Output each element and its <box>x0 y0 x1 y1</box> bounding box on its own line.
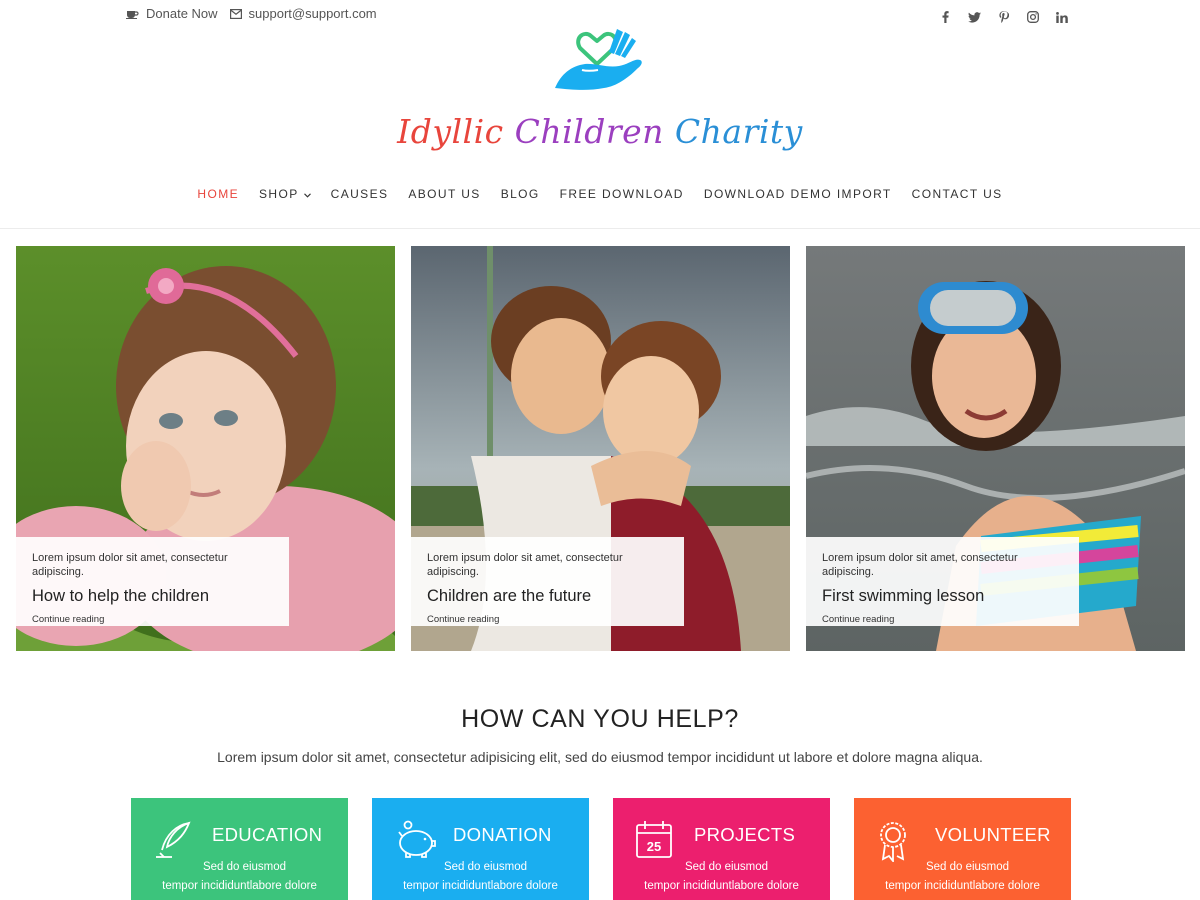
piggy-bank-icon <box>394 820 438 865</box>
nav-item-download-demo-import[interactable]: DOWNLOAD DEMO IMPORT <box>694 187 902 201</box>
nav-label: CAUSES <box>330 187 389 201</box>
slide-caption: Lorem ipsum dolor sit amet, consectetur … <box>16 537 289 626</box>
nav-label: BLOG <box>500 187 540 201</box>
nav-label: CONTACT US <box>911 187 1003 201</box>
nav-item-home[interactable]: HOME <box>187 187 249 201</box>
help-box-text-line-2: tempor incididuntlabore dolore <box>885 880 1040 892</box>
nav-item-contact-us[interactable]: CONTACT US <box>902 187 1013 201</box>
help-box-text-line-2: tempor incididuntlabore dolore <box>644 880 799 892</box>
nav-item-about-us[interactable]: ABOUT US <box>398 187 490 201</box>
calendar-day: 25 <box>647 839 661 854</box>
slide-card[interactable]: Lorem ipsum dolor sit amet, consectetur … <box>806 246 1185 651</box>
nav-label: DOWNLOAD DEMO IMPORT <box>703 187 892 201</box>
slide-excerpt: Lorem ipsum dolor sit amet, consectetur … <box>32 552 228 578</box>
coffee-cup-icon <box>126 8 139 19</box>
site-title-word-2: Children <box>514 112 664 151</box>
slide-caption: Lorem ipsum dolor sit amet, consectetur … <box>411 537 684 626</box>
instagram-icon[interactable] <box>1026 10 1039 24</box>
help-box-title: DONATION <box>453 824 552 845</box>
help-boxes: EDUCATION Sed do eiusmod tempor incididu… <box>131 798 1071 900</box>
slide-caption: Lorem ipsum dolor sit amet, consectetur … <box>806 537 1079 626</box>
help-box-donation[interactable]: DONATION Sed do eiusmod tempor incididun… <box>372 798 589 900</box>
feather-icon <box>153 820 193 865</box>
help-box-title: PROJECTS <box>694 824 796 845</box>
site-logo[interactable]: Idyllic Children Charity <box>0 26 1200 152</box>
slide-title[interactable]: How to help the children <box>32 586 273 606</box>
site-title-word-1: Idyllic <box>397 112 504 151</box>
help-section-title: HOW CAN YOU HELP? <box>461 705 739 733</box>
nav-label: FREE DOWNLOAD <box>559 187 684 201</box>
social-links <box>939 10 1068 24</box>
slide-card[interactable]: Lorem ipsum dolor sit amet, consectetur … <box>16 246 395 651</box>
help-box-title: VOLUNTEER <box>935 824 1051 845</box>
header-divider <box>0 228 1200 229</box>
nav-item-blog[interactable]: BLOG <box>491 187 550 201</box>
slide-excerpt: Lorem ipsum dolor sit amet, consectetur … <box>427 552 623 578</box>
continue-reading-link[interactable]: Continue reading <box>427 614 499 625</box>
continue-reading-link[interactable]: Continue reading <box>32 614 104 625</box>
nav-label: HOME <box>197 187 240 201</box>
donate-link[interactable]: Donate Now <box>126 6 218 21</box>
help-box-text-line-1: Sed do eiusmod <box>443 861 528 873</box>
nav-item-causes[interactable]: CAUSES <box>321 187 399 201</box>
slide-title[interactable]: Children are the future <box>427 586 668 606</box>
award-icon <box>876 820 910 867</box>
help-box-text-line-1: Sed do eiusmod <box>202 861 287 873</box>
nav-item-free-download[interactable]: FREE DOWNLOAD <box>550 187 694 201</box>
help-box-projects[interactable]: 25 PROJECTS Sed do eiusmod tempor incidi… <box>613 798 830 900</box>
pinterest-icon[interactable] <box>997 10 1010 24</box>
nav-item-shop[interactable]: SHOP <box>249 187 321 201</box>
envelope-icon <box>229 8 242 19</box>
slide-title[interactable]: First swimming lesson <box>822 586 1063 606</box>
top-bar-contact: Donate Now support@support.com <box>126 6 377 21</box>
featured-slider: Lorem ipsum dolor sit amet, consectetur … <box>16 246 1185 651</box>
heart-hand-logo-icon <box>0 26 1200 98</box>
linkedin-icon[interactable] <box>1055 10 1068 24</box>
help-box-text-line-1: Sed do eiusmod <box>684 861 769 873</box>
help-box-text-line-1: Sed do eiusmod <box>925 861 1010 873</box>
nav-label: SHOP <box>259 187 299 201</box>
site-title-word-3: Charity <box>674 112 803 151</box>
facebook-icon[interactable] <box>939 10 952 24</box>
top-bar: Donate Now support@support.com <box>0 0 1200 28</box>
donate-label: Donate Now <box>146 6 218 21</box>
email-label: support@support.com <box>248 6 377 21</box>
help-box-title: EDUCATION <box>212 824 323 845</box>
help-box-education[interactable]: EDUCATION Sed do eiusmod tempor incididu… <box>131 798 348 900</box>
help-box-text-line-2: tempor incididuntlabore dolore <box>162 880 317 892</box>
slide-excerpt: Lorem ipsum dolor sit amet, consectetur … <box>822 552 1018 578</box>
chevron-down-icon <box>303 187 311 201</box>
nav-label: ABOUT US <box>408 187 481 201</box>
help-box-text-line-2: tempor incididuntlabore dolore <box>403 880 558 892</box>
help-box-volunteer[interactable]: VOLUNTEER Sed do eiusmod tempor incididu… <box>854 798 1071 900</box>
site-title: Idyllic Children Charity <box>0 112 1200 152</box>
calendar-icon: 25 <box>635 820 673 865</box>
twitter-icon[interactable] <box>968 10 981 24</box>
main-navigation: HOME SHOP CAUSES ABOUT US BLOG FREE DOWN… <box>0 187 1200 201</box>
continue-reading-link[interactable]: Continue reading <box>822 614 894 625</box>
help-section-subtitle: Lorem ipsum dolor sit amet, consectetur … <box>217 749 983 765</box>
slide-card[interactable]: Lorem ipsum dolor sit amet, consectetur … <box>411 246 790 651</box>
email-link[interactable]: support@support.com <box>229 6 377 21</box>
